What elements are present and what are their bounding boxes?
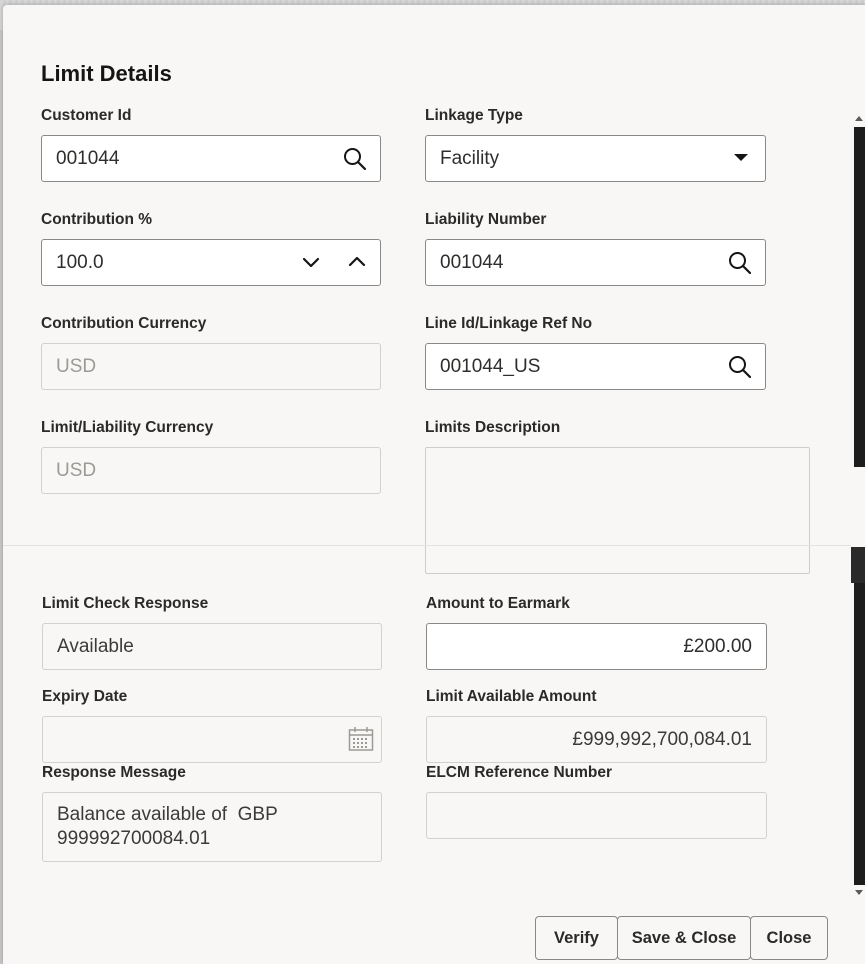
limit-details-dialog: Limit Details Customer Id 001044 Linkage… xyxy=(3,5,865,964)
expiry-date-field[interactable] xyxy=(42,716,382,763)
limit-check-response-label: Limit Check Response xyxy=(42,595,208,613)
scroll-down-arrow-icon[interactable] xyxy=(855,890,863,895)
search-icon[interactable] xyxy=(727,250,753,276)
limits-description-label: Limits Description xyxy=(425,419,560,437)
linkage-type-value: Facility xyxy=(440,148,499,170)
limit-liability-currency-value: USD xyxy=(56,460,96,482)
contribution-pct-stepper[interactable]: 100.0 xyxy=(41,239,381,286)
limit-available-amount-value: £999,992,700,084.01 xyxy=(572,729,752,751)
response-message-label: Response Message xyxy=(42,764,186,782)
contribution-currency-value: USD xyxy=(56,356,96,378)
amount-to-earmark-input[interactable]: £200.00 xyxy=(426,623,767,670)
dialog-title: Limit Details xyxy=(41,61,172,87)
contribution-pct-value: 100.0 xyxy=(56,252,104,274)
contribution-currency-label: Contribution Currency xyxy=(41,315,206,333)
scrollbar-thumb-secondary[interactable] xyxy=(851,547,865,583)
verify-button[interactable]: Verify xyxy=(535,916,618,960)
contribution-pct-label: Contribution % xyxy=(41,211,152,229)
customer-id-label: Customer Id xyxy=(41,107,131,125)
customer-id-value: 001044 xyxy=(56,148,119,170)
limit-available-amount-field: £999,992,700,084.01 xyxy=(426,716,767,763)
divider xyxy=(3,545,865,546)
limit-check-response-field: Available xyxy=(42,623,382,670)
liability-number-input[interactable]: 001044 xyxy=(425,239,766,286)
elcm-reference-number-label: ELCM Reference Number xyxy=(426,764,612,782)
liability-number-label: Liability Number xyxy=(425,211,546,229)
limit-check-response-value: Available xyxy=(57,636,134,658)
limit-liability-currency-field: USD xyxy=(41,447,381,494)
scrollbar-gap xyxy=(851,467,865,547)
liability-number-value: 001044 xyxy=(440,252,503,274)
limit-liability-currency-label: Limit/Liability Currency xyxy=(41,419,213,437)
save-close-button[interactable]: Save & Close xyxy=(617,916,751,960)
customer-id-input[interactable]: 001044 xyxy=(41,135,381,182)
chevron-up-icon[interactable] xyxy=(348,254,366,268)
response-message-field: Balance available of GBP 999992700084.01 xyxy=(42,792,382,862)
elcm-reference-number-field xyxy=(426,792,767,839)
search-icon[interactable] xyxy=(727,354,753,380)
response-message-value: Balance available of GBP 999992700084.01 xyxy=(57,804,283,849)
chevron-down-icon[interactable] xyxy=(302,255,320,269)
caret-down-icon[interactable] xyxy=(734,153,748,163)
line-id-value: 001044_US xyxy=(440,356,540,378)
linkage-type-select[interactable]: Facility xyxy=(425,135,766,182)
calendar-icon[interactable] xyxy=(348,726,374,752)
expiry-date-label: Expiry Date xyxy=(42,688,127,706)
line-id-label: Line Id/Linkage Ref No xyxy=(425,315,592,333)
amount-to-earmark-label: Amount to Earmark xyxy=(426,595,570,613)
line-id-input[interactable]: 001044_US xyxy=(425,343,766,390)
close-button[interactable]: Close xyxy=(750,916,828,960)
contribution-currency-field: USD xyxy=(41,343,381,390)
linkage-type-label: Linkage Type xyxy=(425,107,523,125)
amount-to-earmark-value: £200.00 xyxy=(683,636,752,658)
search-icon[interactable] xyxy=(342,146,368,172)
scroll-up-arrow-icon[interactable] xyxy=(855,116,863,121)
limits-description-textarea[interactable] xyxy=(425,447,810,574)
limit-available-amount-label: Limit Available Amount xyxy=(426,688,597,706)
